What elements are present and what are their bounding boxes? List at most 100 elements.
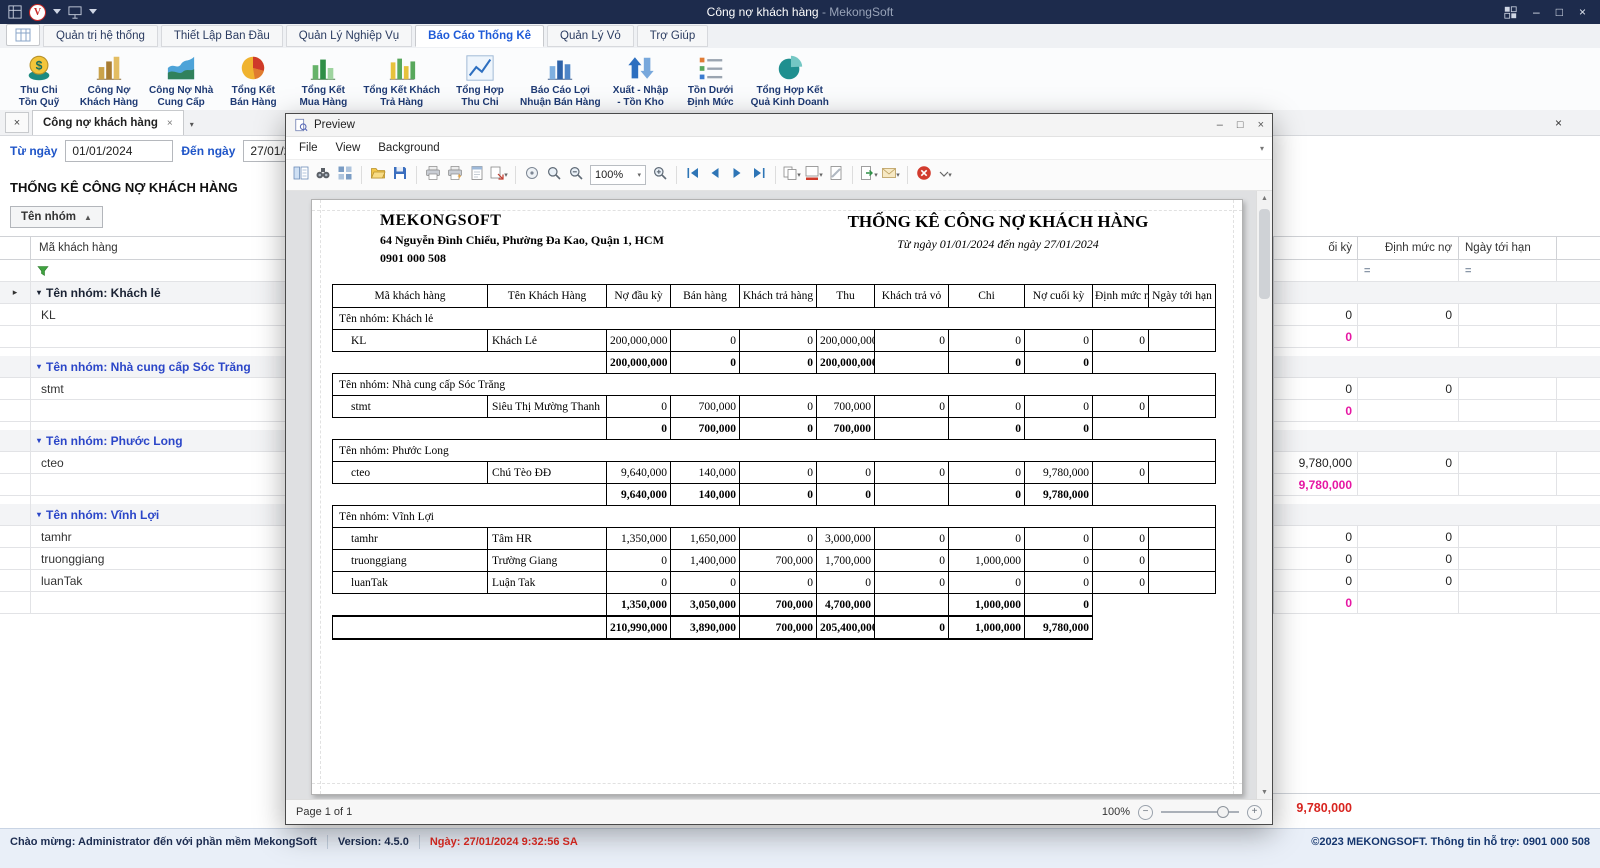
preview-titlebar[interactable]: Preview – □ ×	[286, 114, 1272, 137]
collapse-caret-icon[interactable]: ▾	[37, 288, 41, 297]
ribbon-tab-quản-trị-hệ-thống[interactable]: Quản trị hệ thống	[43, 25, 158, 47]
hand-tool-button[interactable]	[522, 164, 542, 186]
column-header-ma-khach-hang[interactable]: Mã khách hàng	[31, 237, 285, 259]
search-button[interactable]	[313, 164, 333, 186]
export-button[interactable]: ▾	[859, 164, 879, 186]
tabstrip-close-button[interactable]: ×	[5, 112, 29, 133]
caret-down-icon[interactable]	[89, 9, 97, 15]
send-button[interactable]: ▾	[881, 164, 901, 186]
filter-funnel-icon[interactable]	[37, 265, 49, 277]
filter-cell[interactable]: =	[1459, 260, 1557, 281]
grid-row-luanTak[interactable]: luanTak	[0, 570, 285, 592]
zoom-out-button[interactable]	[566, 164, 586, 186]
tab-list-caret-icon[interactable]: ▾	[190, 120, 194, 129]
preview-close-icon[interactable]: ×	[1258, 119, 1264, 131]
thumbnails-button[interactable]	[335, 164, 355, 186]
document-map-button[interactable]	[291, 164, 311, 186]
grid-row-stmt[interactable]: stmt	[0, 378, 285, 400]
grid-row-stmt-values[interactable]: 00	[1274, 378, 1600, 400]
grid-row-luanTak-values[interactable]: 00	[1274, 570, 1600, 592]
page-setup-button[interactable]	[467, 164, 487, 186]
zoom-in-button[interactable]	[650, 164, 670, 186]
menu-view[interactable]: View	[327, 140, 370, 156]
document-tab-cong-no-khach-hang[interactable]: Công nợ khách hàng ×	[32, 110, 184, 135]
collapse-caret-icon[interactable]: ▾	[37, 436, 41, 445]
menubar-caret-icon[interactable]: ▾	[1260, 144, 1264, 153]
ribbon-tab-thiết-lập-ban-đầu[interactable]: Thiết Lập Ban Đầu	[161, 25, 283, 47]
from-date-input[interactable]: 01/01/2024	[65, 140, 173, 162]
layout-icon[interactable]	[1504, 6, 1517, 19]
ribbon-item-tổng-hợp-kết-quả-kinh-doanh[interactable]: Tổng Hợp KếtQuả Kinh Doanh	[746, 52, 834, 108]
save-button[interactable]	[390, 164, 410, 186]
scrollbar-track[interactable]	[1257, 205, 1272, 785]
grid-group-row-values[interactable]	[1274, 282, 1600, 304]
tabstrip-right-close-icon[interactable]: ×	[1555, 116, 1562, 130]
ribbon-item-tổng-kết-mua-hàng[interactable]: Tổng KếtMua Hàng	[288, 52, 358, 108]
last-page-button[interactable]	[749, 164, 769, 186]
menu-file[interactable]: File	[290, 140, 327, 156]
preview-maximize-icon[interactable]: □	[1237, 119, 1244, 131]
zoom-minus-button[interactable]: −	[1138, 805, 1153, 820]
ribbon-item-tổng-kết-bán-hàng[interactable]: Tổng KếtBán Hàng	[218, 52, 288, 108]
column-header-dinh-muc-no[interactable]: Định mức nợ	[1358, 237, 1459, 259]
ribbon-item-tồn-dưới-định-mức[interactable]: Tồn DướiĐịnh Mức	[676, 52, 746, 108]
more-button[interactable]: ▾	[936, 164, 956, 186]
monitor-icon[interactable]	[68, 6, 82, 19]
scrollbar-thumb[interactable]	[1259, 209, 1270, 299]
grid-group-row[interactable]: ▾Tên nhóm: Phước Long	[0, 430, 285, 452]
column-header-no-cuoi-ky[interactable]: ối kỳ	[1274, 237, 1358, 259]
ribbon-tab-báo-cáo-thống-kê[interactable]: Báo Cáo Thống Kê	[415, 25, 544, 47]
scale-button[interactable]: ▾	[489, 164, 509, 186]
grid-group-row[interactable]: ▾Tên nhóm: Nhà cung cấp Sóc Trăng	[0, 356, 285, 378]
ribbon-item-tổng-kết-khách-trả-hàng[interactable]: Tổng Kết KháchTrả Hàng	[358, 52, 445, 108]
print-button[interactable]	[423, 164, 443, 186]
grid-row-cteo-values[interactable]: 9,780,0000	[1274, 452, 1600, 474]
ribbon-item-xuất-nhập-tồn-kho[interactable]: Xuất - Nhập- Tồn Kho	[606, 52, 676, 108]
zoom-slider[interactable]	[1161, 811, 1239, 813]
grid-group-row-values[interactable]	[1274, 356, 1600, 378]
grid-row-KL-values[interactable]: 00	[1274, 304, 1600, 326]
ribbon-item-báo-cáo-lợi-nhuận-bán-hàng[interactable]: Báo Cáo LợiNhuận Bán Hàng	[515, 52, 606, 108]
grid-row-KL[interactable]: KL	[0, 304, 285, 326]
app-menu-button[interactable]	[6, 24, 40, 46]
ribbon-item-công-nợ-khách-hàng[interactable]: Công NợKhách Hàng	[74, 52, 144, 108]
prev-page-button[interactable]	[705, 164, 725, 186]
ribbon-tab-quản-lý-vỏ[interactable]: Quản Lý Vỏ	[547, 25, 634, 47]
caret-down-icon[interactable]	[53, 9, 61, 15]
collapse-caret-icon[interactable]: ▾	[37, 362, 41, 371]
grid-row-tamhr[interactable]: tamhr	[0, 526, 285, 548]
quick-print-button[interactable]	[445, 164, 465, 186]
grid-row-cteo[interactable]: cteo	[0, 452, 285, 474]
multi-page-button[interactable]: ▾	[782, 164, 802, 186]
grid-group-row-values[interactable]	[1274, 504, 1600, 526]
preview-vertical-scrollbar[interactable]: ▲ ▼	[1256, 191, 1272, 799]
ribbon-item-tổng-hợp-thu-chi[interactable]: Tổng HợpThu Chi	[445, 52, 515, 108]
collapse-caret-icon[interactable]: ▾	[37, 510, 41, 519]
menu-background[interactable]: Background	[369, 140, 448, 156]
minimize-icon[interactable]: –	[1533, 6, 1540, 18]
open-button[interactable]	[368, 164, 388, 186]
filter-cell[interactable]: =	[1358, 260, 1459, 281]
grid-group-row-values[interactable]	[1274, 430, 1600, 452]
grid-group-row[interactable]: ▸▾Tên nhóm: Khách lẻ	[0, 282, 285, 304]
close-preview-button[interactable]	[914, 164, 934, 186]
next-page-button[interactable]	[727, 164, 747, 186]
grid-group-row[interactable]: ▾Tên nhóm: Vĩnh Lợi	[0, 504, 285, 526]
app-grid-icon[interactable]	[8, 5, 22, 19]
page-color-button[interactable]: ▾	[804, 164, 824, 186]
ribbon-item-công-nợ-nhà-cung-cấp[interactable]: Công Nợ NhàCung Cấp	[144, 52, 218, 108]
grid-row-truonggiang-values[interactable]: 00	[1274, 548, 1600, 570]
zoom-level-select[interactable]: 100%▾	[590, 165, 646, 185]
zoom-slider-knob[interactable]	[1217, 806, 1229, 818]
maximize-icon[interactable]: □	[1556, 6, 1563, 18]
scrollbar-down-icon[interactable]: ▼	[1257, 785, 1272, 799]
ribbon-item-thu-chi-tồn-quỹ[interactable]: $Thu ChiTồn Quỹ	[4, 52, 74, 108]
filter-cell[interactable]	[1274, 260, 1358, 281]
magnifier-button[interactable]	[544, 164, 564, 186]
grid-row-tamhr-values[interactable]: 00	[1274, 526, 1600, 548]
zoom-plus-button[interactable]: +	[1247, 805, 1262, 820]
preview-minimize-icon[interactable]: –	[1217, 119, 1223, 131]
watermark-button[interactable]	[826, 164, 846, 186]
group-by-chip[interactable]: Tên nhóm ▲	[10, 206, 103, 228]
close-icon[interactable]: ×	[1579, 6, 1586, 18]
